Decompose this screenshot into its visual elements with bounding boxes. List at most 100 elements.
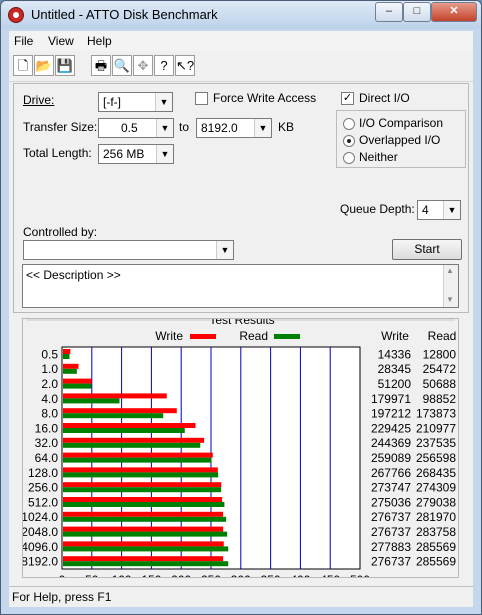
direct-io-checkbox[interactable]: ✓ [341, 92, 354, 105]
table-cell-read: 283758 [416, 525, 456, 539]
chevron-down-icon[interactable]: ▼ [155, 93, 172, 111]
table-cell-write: 229425 [371, 421, 411, 435]
read-bar [63, 368, 77, 374]
write-bar [63, 349, 71, 354]
table-cell-write: 273747 [371, 481, 411, 495]
table-cell-read: 279038 [416, 495, 456, 509]
x-tick-label: 200 [171, 573, 191, 577]
app-window: Untitled - ATTO Disk Benchmark – □ ✕ Fil… [0, 0, 482, 615]
chevron-down-icon[interactable]: ▼ [216, 241, 233, 259]
x-tick-label: 50 [85, 573, 99, 577]
write-bar [63, 393, 167, 399]
y-tick-label: 1.0 [41, 362, 58, 376]
new-file-icon[interactable]: 🗋 [13, 55, 33, 76]
neither-radio[interactable] [343, 152, 355, 164]
x-tick-label: 450 [320, 573, 340, 577]
read-bar [63, 383, 92, 389]
controlled-by-select[interactable]: ▼ [23, 240, 234, 260]
table-cell-write: 277883 [371, 540, 411, 554]
x-tick-label: 500 [350, 573, 370, 577]
write-bar [63, 408, 177, 414]
kb-label: KB [278, 120, 295, 134]
scroll-down-icon[interactable]: ▼ [446, 295, 454, 304]
force-write-checkbox[interactable] [195, 92, 208, 105]
context-help-icon[interactable]: ↖? [175, 55, 195, 76]
read-bar [63, 487, 222, 493]
table-cell-write: 28345 [378, 362, 412, 376]
queue-depth-select[interactable]: 4 ▼ [417, 200, 461, 220]
write-bar [63, 452, 213, 458]
overlapped-io-radio[interactable] [343, 135, 355, 147]
menu-help[interactable]: Help [87, 34, 112, 48]
menu-file[interactable]: File [14, 34, 33, 48]
y-tick-label: 8.0 [41, 407, 58, 421]
read-bar [63, 428, 185, 433]
table-cell-read: 281970 [416, 510, 456, 524]
minimize-button[interactable]: – [375, 2, 403, 22]
close-button[interactable]: ✕ [431, 2, 477, 22]
y-tick-label: 8192.0 [23, 555, 58, 569]
table-cell-write: 51200 [378, 377, 412, 391]
scroll-up-icon[interactable]: ▲ [446, 266, 454, 275]
help-icon[interactable]: ? [154, 55, 174, 76]
y-tick-label: 16.0 [35, 421, 59, 435]
table-cell-write: 276737 [371, 555, 411, 569]
read-bar [63, 354, 70, 359]
maximize-button[interactable]: □ [403, 2, 431, 22]
table-cell-write: 14336 [378, 347, 412, 361]
chevron-down-icon[interactable]: ▼ [443, 201, 460, 219]
neither-label: Neither [359, 150, 398, 164]
transfer-size-from-select[interactable]: 0.5 ▼ [98, 118, 174, 138]
chevron-down-icon[interactable]: ▼ [254, 119, 271, 137]
print-icon[interactable]: 🖶 [91, 55, 111, 76]
write-bar [63, 423, 196, 428]
table-cell-read: 285569 [416, 555, 456, 569]
title-bar[interactable]: Untitled - ATTO Disk Benchmark – □ ✕ [1, 1, 481, 29]
status-text: For Help, press F1 [12, 590, 112, 604]
save-icon[interactable]: 💾 [55, 55, 75, 76]
description-scrollbar[interactable]: ▲ ▼ [443, 265, 458, 307]
description-box[interactable]: << Description >> ▲ ▼ [22, 264, 459, 308]
transfer-size-label: Transfer Size: [23, 120, 98, 134]
force-write-label: Force Write Access [213, 91, 317, 105]
y-tick-label: 64.0 [35, 451, 59, 465]
io-comparison-radio[interactable] [343, 118, 355, 130]
table-header-read: Read [428, 329, 457, 343]
io-comparison-label: I/O Comparison [359, 116, 444, 130]
move-icon[interactable]: ✥ [133, 55, 153, 76]
write-bar [63, 363, 79, 369]
legend-read-label: Read [239, 329, 268, 343]
print-preview-icon[interactable]: 🔍 [112, 55, 132, 76]
legend-read-swatch [274, 334, 300, 339]
chevron-down-icon[interactable]: ▼ [156, 119, 173, 137]
total-length-select[interactable]: 256 MB ▼ [98, 144, 174, 164]
write-bar [63, 482, 222, 488]
transfer-size-to-select[interactable]: 8192.0 ▼ [196, 118, 272, 138]
y-tick-label: 1024.0 [23, 510, 58, 524]
table-cell-write: 267766 [371, 466, 411, 480]
write-bar [63, 541, 224, 547]
table-cell-read: 256598 [416, 451, 456, 465]
table-cell-write: 276737 [371, 510, 411, 524]
table-cell-write: 275036 [371, 495, 411, 509]
menu-view[interactable]: View [48, 34, 74, 48]
x-tick-label: 350 [261, 573, 281, 577]
table-cell-read: 274309 [416, 481, 456, 495]
start-button[interactable]: Start [392, 239, 462, 260]
chart-title: Test Results [209, 319, 274, 327]
to-label: to [179, 120, 190, 134]
write-bar [63, 556, 224, 562]
x-tick-label: 250 [201, 573, 221, 577]
open-folder-icon[interactable]: 📂 [34, 55, 54, 76]
write-bar [63, 437, 205, 443]
read-bar [63, 561, 229, 567]
chevron-down-icon[interactable]: ▼ [156, 145, 173, 163]
drive-label: Drive: [23, 93, 55, 107]
legend-write-label: Write [155, 329, 183, 343]
drive-select[interactable]: [-f-] ▼ [98, 92, 173, 112]
table-cell-read: 98852 [423, 392, 457, 406]
read-bar [63, 546, 229, 552]
table-cell-read: 25472 [423, 362, 457, 376]
test-results-chart: Test Results Write Read 0 50 100 150 200 250 300 3… [21, 313, 457, 601]
x-tick-label: 100 [112, 573, 132, 577]
